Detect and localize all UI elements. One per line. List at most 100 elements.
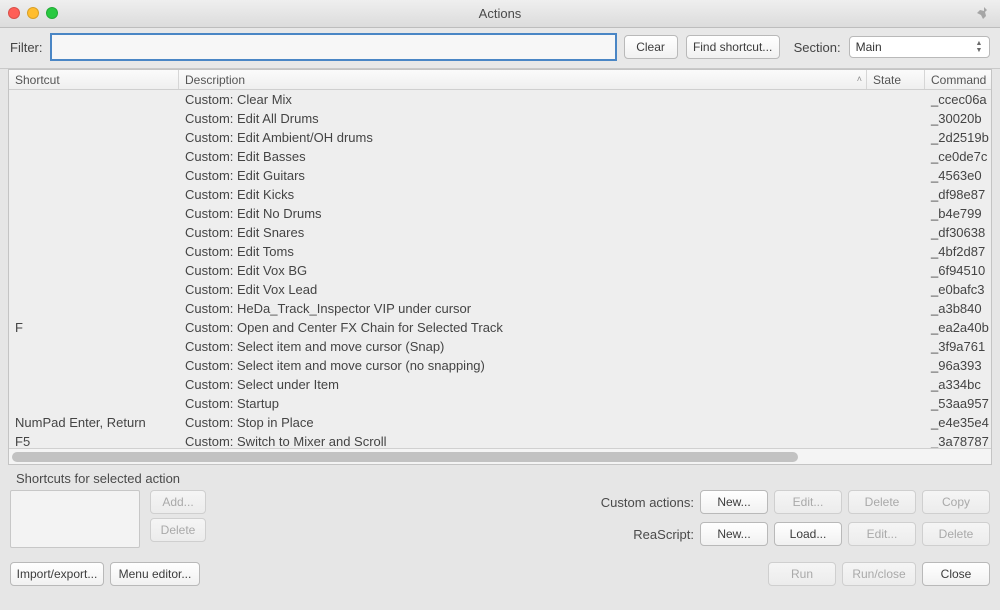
- cell-description: Custom: Clear Mix: [179, 92, 867, 107]
- cell-description: Custom: HeDa_Track_Inspector VIP under c…: [179, 301, 867, 316]
- section-dropdown[interactable]: Main ▲▼: [849, 36, 990, 58]
- cell-command: _df30638: [925, 225, 991, 240]
- cell-description: Custom: Select under Item: [179, 377, 867, 392]
- cell-command: _53aa957: [925, 396, 991, 411]
- cell-command: _4bf2d87: [925, 244, 991, 259]
- close-icon[interactable]: [8, 7, 20, 19]
- table-row[interactable]: Custom: Edit Snares _df30638: [9, 223, 991, 242]
- custom-delete-button[interactable]: Delete: [848, 490, 916, 514]
- delete-shortcut-button[interactable]: Delete: [150, 518, 206, 542]
- cell-command: _96a393: [925, 358, 991, 373]
- menu-editor-button[interactable]: Menu editor...: [110, 562, 200, 586]
- pin-icon[interactable]: [974, 6, 990, 22]
- reascript-new-button[interactable]: New...: [700, 522, 768, 546]
- cell-description: Custom: Edit Basses: [179, 149, 867, 164]
- cell-shortcut: F: [9, 320, 179, 335]
- cell-command: _3f9a761: [925, 339, 991, 354]
- cell-command: _a334bc: [925, 377, 991, 392]
- table-row[interactable]: Custom: Edit Basses_ce0de7c: [9, 147, 991, 166]
- cell-description: Custom: Edit Vox BG: [179, 263, 867, 278]
- cell-command: _e0bafc3: [925, 282, 991, 297]
- cell-description: Custom: Edit Toms: [179, 244, 867, 259]
- sfa-list[interactable]: [10, 490, 140, 548]
- filter-bar: Filter: Clear Find shortcut... Section: …: [0, 28, 1000, 69]
- title-bar: Actions: [0, 0, 1000, 28]
- reascript-load-button[interactable]: Load...: [774, 522, 842, 546]
- reascript-delete-button[interactable]: Delete: [922, 522, 990, 546]
- cell-description: Custom: Startup: [179, 396, 867, 411]
- run-button[interactable]: Run: [768, 562, 836, 586]
- cell-description: Custom: Edit Kicks: [179, 187, 867, 202]
- reascript-label: ReaScript:: [633, 527, 694, 542]
- col-shortcut[interactable]: Shortcut: [9, 70, 179, 89]
- table-row[interactable]: Custom: Edit All Drums_30020b: [9, 109, 991, 128]
- cell-command: _a3b840: [925, 301, 991, 316]
- table-row[interactable]: Custom: Edit Toms _4bf2d87: [9, 242, 991, 261]
- cell-command: _df98e87: [925, 187, 991, 202]
- traffic-lights: [8, 7, 58, 19]
- table-row[interactable]: FCustom: Open and Center FX Chain for Se…: [9, 318, 991, 337]
- filter-input[interactable]: [51, 34, 616, 60]
- table-row[interactable]: Custom: Select item and move cursor (Sna…: [9, 337, 991, 356]
- cell-description: Custom: Switch to Mixer and Scroll: [179, 434, 867, 448]
- table-header: Shortcut Description ˄ State Command: [9, 70, 991, 90]
- sfa-label: Shortcuts for selected action: [16, 471, 990, 486]
- add-shortcut-button[interactable]: Add...: [150, 490, 206, 514]
- table-row[interactable]: Custom: Edit Vox Lead _e0bafc3: [9, 280, 991, 299]
- minimize-icon[interactable]: [27, 7, 39, 19]
- cell-shortcut: NumPad Enter, Return: [9, 415, 179, 430]
- table-row[interactable]: Custom: Edit Ambient/OH drums_2d2519b: [9, 128, 991, 147]
- table-row[interactable]: Custom: Startup _53aa957: [9, 394, 991, 413]
- col-description[interactable]: Description ˄: [179, 70, 867, 89]
- find-shortcut-button[interactable]: Find shortcut...: [686, 35, 780, 59]
- scrollbar-thumb[interactable]: [12, 452, 798, 462]
- table-row[interactable]: NumPad Enter, ReturnCustom: Stop in Plac…: [9, 413, 991, 432]
- cell-command: _4563e0: [925, 168, 991, 183]
- cell-description: Custom: Edit Vox Lead: [179, 282, 867, 297]
- custom-new-button[interactable]: New...: [700, 490, 768, 514]
- cell-description: Custom: Edit Guitars: [179, 168, 867, 183]
- clear-button[interactable]: Clear: [624, 35, 678, 59]
- cell-description: Custom: Edit Snares: [179, 225, 867, 240]
- table-row[interactable]: Custom: Edit Kicks _df98e87: [9, 185, 991, 204]
- section-label: Section:: [794, 40, 841, 55]
- cell-command: _6f94510: [925, 263, 991, 278]
- cell-description: Custom: Stop in Place: [179, 415, 867, 430]
- maximize-icon[interactable]: [46, 7, 58, 19]
- custom-actions-label: Custom actions:: [601, 495, 694, 510]
- cell-description: Custom: Open and Center FX Chain for Sel…: [179, 320, 867, 335]
- cell-command: _ea2a40b: [925, 320, 991, 335]
- cell-shortcut: F5: [9, 434, 179, 448]
- table-row[interactable]: Custom: Edit No Drums_b4e799: [9, 204, 991, 223]
- cell-command: _30020b: [925, 111, 991, 126]
- cell-command: _b4e799: [925, 206, 991, 221]
- table-row[interactable]: Custom: Select item and move cursor (no …: [9, 356, 991, 375]
- horizontal-scrollbar[interactable]: [9, 448, 991, 464]
- window-title: Actions: [479, 6, 522, 21]
- col-command[interactable]: Command: [925, 70, 991, 89]
- section-value: Main: [856, 40, 882, 54]
- col-description-label: Description: [185, 73, 245, 87]
- table-row[interactable]: F5Custom: Switch to Mixer and Scroll _3a7…: [9, 432, 991, 448]
- lower-panel: Shortcuts for selected action Add... Del…: [0, 465, 1000, 596]
- sort-asc-icon: ˄: [857, 74, 862, 84]
- table-body[interactable]: Custom: Clear Mix _ccec06a Custom: Edit Al…: [9, 90, 991, 448]
- import-export-button[interactable]: Import/export...: [10, 562, 104, 586]
- cell-command: _3a78787: [925, 434, 991, 448]
- cell-command: _ccec06a: [925, 92, 991, 107]
- table-row[interactable]: Custom: Clear Mix _ccec06a: [9, 90, 991, 109]
- table-row[interactable]: Custom: Select under Item _a334bc: [9, 375, 991, 394]
- custom-edit-button[interactable]: Edit...: [774, 490, 842, 514]
- col-state[interactable]: State: [867, 70, 925, 89]
- close-button[interactable]: Close: [922, 562, 990, 586]
- cell-description: Custom: Edit Ambient/OH drums: [179, 130, 867, 145]
- table-row[interactable]: Custom: HeDa_Track_Inspector VIP under c…: [9, 299, 991, 318]
- table-row[interactable]: Custom: Edit Guitars _4563e0: [9, 166, 991, 185]
- custom-copy-button[interactable]: Copy: [922, 490, 990, 514]
- run-close-button[interactable]: Run/close: [842, 562, 916, 586]
- cell-command: _e4e35e4: [925, 415, 991, 430]
- table-row[interactable]: Custom: Edit Vox BG _6f94510: [9, 261, 991, 280]
- reascript-edit-button[interactable]: Edit...: [848, 522, 916, 546]
- updown-icon: ▲▼: [973, 38, 985, 56]
- cell-description: Custom: Select item and move cursor (no …: [179, 358, 867, 373]
